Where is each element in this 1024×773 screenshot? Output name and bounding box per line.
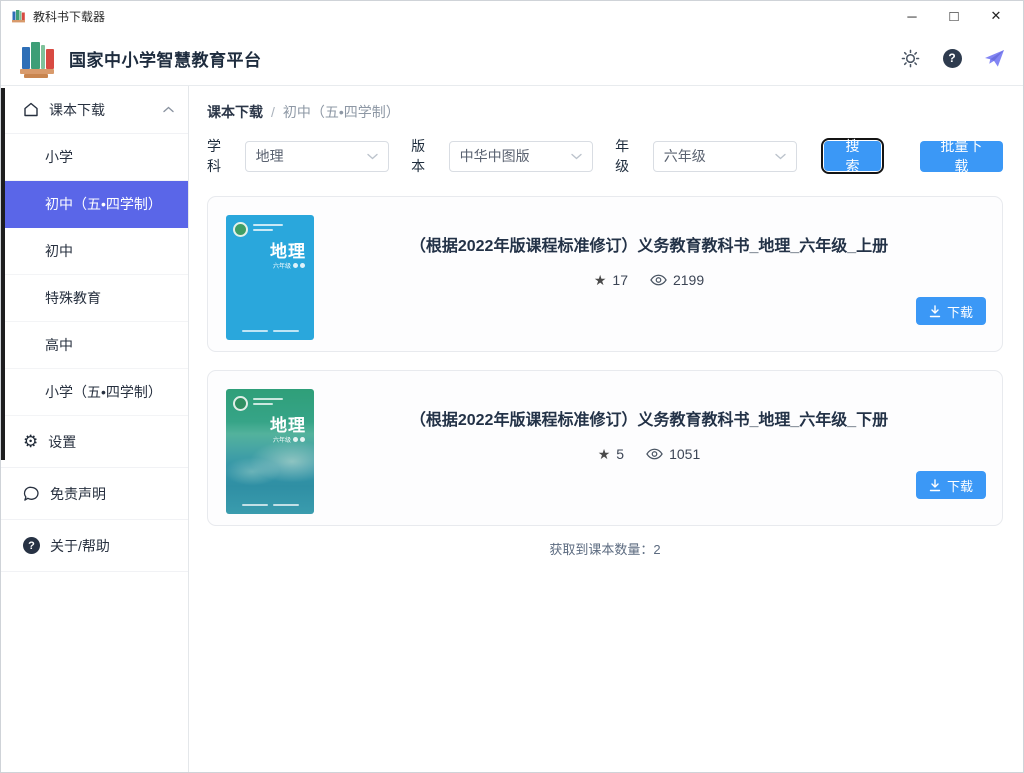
help-icon[interactable]: ? [941, 47, 963, 69]
maximize-button[interactable]: □ [933, 2, 975, 30]
star-count: 17 [612, 272, 628, 288]
window-title: 教科书下载器 [33, 8, 105, 25]
titlebar: 教科书下载器 ─ □ ✕ [1, 1, 1023, 31]
cover-grade-text: 六年级 [273, 261, 291, 270]
result-count-text: 获取到课本数量：2 [207, 539, 1003, 558]
sidebar-item-disclaimer[interactable]: 免责声明 [1, 468, 188, 520]
view-count: 1051 [669, 446, 700, 462]
grade-label: 年级 [615, 136, 641, 176]
question-circle-icon: ? [23, 537, 40, 554]
sidebar-item-about-help[interactable]: ? 关于/帮助 [1, 520, 188, 572]
cover-emblem-icon [233, 396, 248, 411]
theme-sun-icon[interactable] [899, 47, 921, 69]
download-icon [929, 479, 941, 492]
home-icon [23, 102, 39, 117]
sidebar-item-label: 免责声明 [50, 484, 106, 504]
subject-select[interactable]: 地理 [245, 141, 389, 172]
book-card: 地理 六年级 （根据2022年版课程标准修订）义务教育教科书_地理_六年级_下册… [207, 370, 1003, 526]
download-icon [929, 305, 941, 318]
edition-select[interactable]: 中华中图版 [449, 141, 593, 172]
cover-subject: 地理 [270, 411, 306, 436]
book-title: （根据2022年版课程标准修订）义务教育教科书_地理_六年级_上册 [410, 232, 888, 256]
edition-select-value: 中华中图版 [460, 146, 530, 166]
sidebar-item-settings[interactable]: ⚙ 设置 [1, 416, 188, 468]
breadcrumb-current: 初中（五•四学制） [283, 102, 400, 122]
chevron-down-icon [571, 153, 582, 160]
sidebar-item-label: 小学 [45, 147, 73, 167]
search-button-focus-ring: 搜索 [821, 138, 884, 174]
edition-label: 版本 [411, 136, 437, 176]
star-icon: ★ [594, 273, 607, 287]
app-icon [11, 9, 26, 24]
sidebar-item-label: 课本下载 [49, 100, 105, 120]
batch-download-button[interactable]: 批量下载 [920, 141, 1003, 172]
sidebar-item-primary-school[interactable]: 小学 [1, 134, 188, 181]
app-logo-icon [19, 40, 57, 76]
sidebar-item-label: 设置 [48, 432, 76, 452]
download-label: 下载 [947, 476, 973, 495]
main-content: 课本下载 / 初中（五•四学制） 学科 地理 版本 中华中图版 [189, 86, 1023, 772]
download-label: 下载 [947, 302, 973, 321]
cover-publisher-marks [226, 330, 314, 332]
grade-select-value: 六年级 [664, 146, 706, 166]
sidebar-item-junior[interactable]: 初中 [1, 228, 188, 275]
star-count: 5 [616, 446, 624, 462]
book-cover-image[interactable]: 地理 六年级 [226, 389, 314, 514]
chevron-down-icon [775, 153, 786, 160]
chat-bubble-icon [23, 486, 40, 502]
page-title: 国家中小学智慧教育平台 [69, 46, 262, 71]
app-window: 教科书下载器 ─ □ ✕ 国家中小学智慧教育平台 [0, 0, 1024, 773]
download-button[interactable]: 下载 [916, 471, 986, 499]
breadcrumb: 课本下载 / 初中（五•四学制） [207, 102, 1003, 122]
cover-grade-text: 六年级 [273, 435, 291, 444]
book-title: （根据2022年版课程标准修订）义务教育教科书_地理_六年级_下册 [410, 406, 888, 430]
sidebar-item-senior[interactable]: 高中 [1, 322, 188, 369]
star-icon: ★ [598, 447, 611, 461]
chevron-up-icon [163, 106, 174, 113]
subject-select-value: 地理 [256, 146, 284, 166]
book-stats: ★ 5 1051 [598, 446, 701, 462]
gear-icon: ⚙ [23, 433, 38, 450]
view-count: 2199 [673, 272, 704, 288]
subject-label: 学科 [207, 136, 233, 176]
breadcrumb-root[interactable]: 课本下载 [207, 102, 263, 122]
filter-bar: 学科 地理 版本 中华中图版 [207, 136, 1003, 176]
sidebar: 课本下载 小学 初中（五•四学制） 初中 特殊教育 高中 [1, 86, 189, 772]
minimize-button[interactable]: ─ [891, 2, 933, 30]
sidebar-item-label: 初中 [45, 241, 73, 261]
cover-emblem-icon [233, 222, 248, 237]
book-stats: ★ 17 2199 [594, 272, 704, 288]
download-button[interactable]: 下载 [916, 297, 986, 325]
sidebar-item-special-education[interactable]: 特殊教育 [1, 275, 188, 322]
grade-select[interactable]: 六年级 [653, 141, 797, 172]
chevron-down-icon [367, 153, 378, 160]
search-button[interactable]: 搜索 [824, 141, 881, 171]
sidebar-item-junior-54-selected[interactable]: 初中（五•四学制） [1, 181, 188, 228]
cover-subject: 地理 [270, 237, 306, 262]
eye-icon [650, 274, 667, 286]
sidebar-item-label: 高中 [45, 335, 73, 355]
sidebar-item-textbook-download[interactable]: 课本下载 [1, 86, 188, 134]
sidebar-item-label: 初中（五•四学制） [45, 194, 162, 214]
sidebar-item-primary-54[interactable]: 小学（五•四学制） [1, 369, 188, 416]
sidebar-item-label: 关于/帮助 [50, 536, 110, 556]
sidebar-item-label: 特殊教育 [45, 288, 101, 308]
paper-plane-icon[interactable] [983, 47, 1005, 69]
cover-publisher-marks [226, 504, 314, 506]
eye-icon [646, 448, 663, 460]
book-cover-image[interactable]: 地理 六年级 [226, 215, 314, 340]
sidebar-item-label: 小学（五•四学制） [45, 382, 162, 402]
close-button[interactable]: ✕ [975, 2, 1017, 30]
sidebar-scrollbar[interactable] [1, 88, 5, 460]
app-header: 国家中小学智慧教育平台 ? [1, 31, 1023, 86]
breadcrumb-separator: / [271, 104, 275, 120]
book-card: 地理 六年级 （根据2022年版课程标准修订）义务教育教科书_地理_六年级_上册… [207, 196, 1003, 352]
